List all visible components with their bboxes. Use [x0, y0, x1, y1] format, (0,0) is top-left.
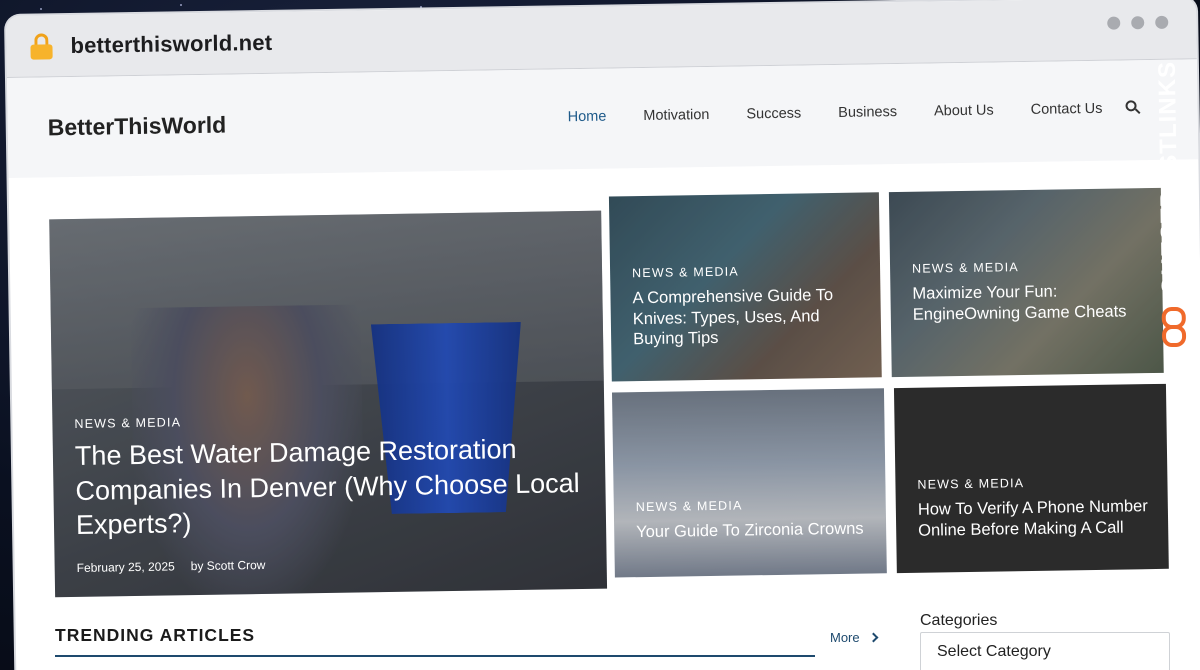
- nav-item-home[interactable]: Home: [568, 109, 607, 126]
- link-icon: [1161, 306, 1187, 351]
- post-title[interactable]: Your Guide To Zirconia Crowns: [636, 519, 868, 543]
- category-select[interactable]: Select Category: [920, 632, 1170, 670]
- post-category[interactable]: NEWS & MEDIA: [917, 474, 1149, 492]
- section-divider: [55, 655, 815, 657]
- window-dot-icon[interactable]: [1107, 16, 1121, 30]
- nav-item-motivation[interactable]: Motivation: [643, 107, 709, 124]
- main-nav: Home Motivation Success Business About U…: [568, 101, 1103, 125]
- nav-item-contact-us[interactable]: Contact Us: [1031, 101, 1103, 118]
- chevron-right-icon: [868, 632, 879, 643]
- post-card[interactable]: NEWS & MEDIA How To Verify A Phone Numbe…: [893, 383, 1169, 574]
- categories-label: Categories: [920, 612, 998, 629]
- post-title[interactable]: Maximize Your Fun: EngineOwning Game Che…: [912, 280, 1145, 325]
- nav-item-success[interactable]: Success: [746, 106, 801, 123]
- site-header: BetterThisWorld Home Motivation Success …: [6, 59, 1199, 178]
- nav-item-about-us[interactable]: About Us: [934, 102, 994, 119]
- featured-post-card[interactable]: NEWS & MEDIA The Best Water Damage Resto…: [49, 210, 608, 598]
- post-date: February 25, 2025: [76, 559, 175, 575]
- post-category[interactable]: NEWS & MEDIA: [632, 263, 862, 281]
- more-label[interactable]: More: [830, 630, 860, 645]
- browser-window: betterthisworld.net BetterThisWorld Home…: [6, 0, 1200, 670]
- post-title[interactable]: How To Verify A Phone Number Online Befo…: [918, 496, 1151, 541]
- site-logo[interactable]: BetterThisWorld: [48, 111, 227, 141]
- watermark-badge: GUESTPOSTLINKS: [1152, 55, 1193, 356]
- lock-icon: [30, 32, 53, 60]
- post-author[interactable]: by Scott Crow: [191, 558, 266, 573]
- post-card[interactable]: NEWS & MEDIA A Comprehensive Guide To Kn…: [608, 192, 882, 382]
- search-icon[interactable]: [1125, 100, 1141, 115]
- post-category[interactable]: NEWS & MEDIA: [636, 497, 868, 514]
- post-card[interactable]: NEWS & MEDIA Maximize Your Fun: EngineOw…: [888, 187, 1164, 378]
- post-category[interactable]: NEWS & MEDIA: [912, 258, 1144, 276]
- post-title[interactable]: The Best Water Damage Restoration Compan…: [75, 431, 589, 543]
- post-card[interactable]: NEWS & MEDIA Your Guide To Zirconia Crow…: [611, 388, 887, 578]
- address-bar[interactable]: betterthisworld.net: [70, 29, 272, 58]
- nav-item-business[interactable]: Business: [838, 104, 897, 121]
- watermark-text: GUESTPOSTLINKS: [1153, 60, 1185, 296]
- window-dot-icon[interactable]: [1131, 16, 1145, 30]
- more-link[interactable]: More: [830, 630, 879, 645]
- section-heading: TRENDING ARTICLES: [55, 625, 256, 645]
- post-title[interactable]: A Comprehensive Guide To Knives: Types, …: [632, 285, 863, 350]
